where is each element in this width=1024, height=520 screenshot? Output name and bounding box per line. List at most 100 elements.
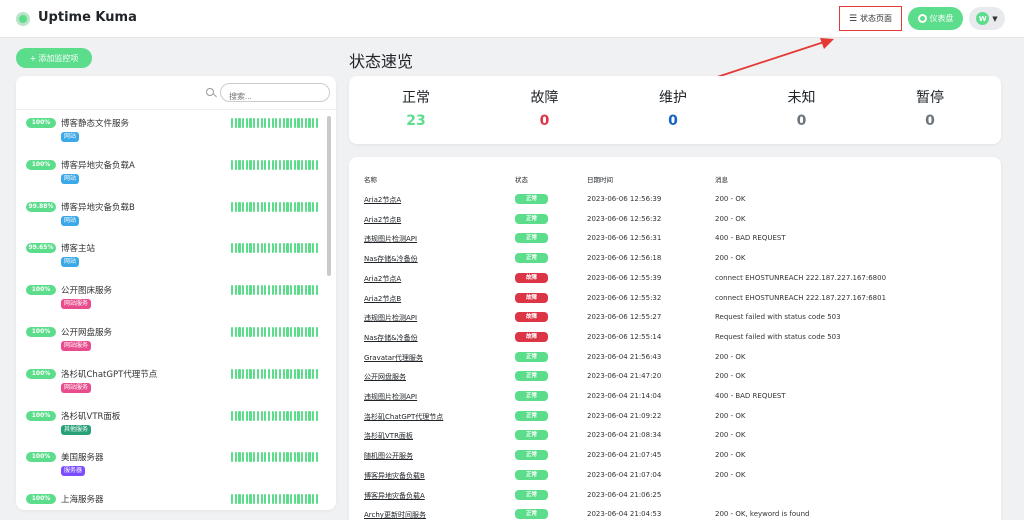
heartbeat-beat [301,243,304,254]
stat-value: 0 [668,113,678,129]
list-item[interactable]: 99.65% 博客主站 网站 [16,243,326,285]
list-item[interactable]: 100% 洛杉矶ChatGPT代理节点 网站服务 [16,368,326,411]
list-item[interactable]: 100% 博客静态文件服务 网站 [16,118,326,160]
table-row: 公开网盘服务 正常 2023-06-04 21:47:20 200 - OK [349,369,1001,389]
monitor-name: 博客异地灾备负载A [61,160,135,171]
heartbeat-beat [242,327,245,337]
uptime-badge: 100% [26,410,56,421]
monitor-name: 洛杉矶VTR面板 [61,411,121,422]
monitor-link[interactable]: 洛杉矶ChatGPT代理节点 [364,412,443,422]
heartbeat-beat [231,201,234,212]
event-datetime: 2023-06-06 12:56:32 [587,214,662,223]
heartbeat-beat [271,494,274,505]
heartbeat-beat [308,410,311,421]
list-item[interactable]: 100% 洛杉矶VTR面板 其他服务 [16,410,326,453]
dashboard-label: 仪表盘 [929,14,954,23]
heartbeat-beat [238,243,241,254]
heartbeat-bar [231,285,318,296]
monitor-link[interactable]: 洛杉矶VTR面板 [364,431,413,441]
heartbeat-beat [278,285,282,296]
monitor-tag: 服务器 [61,466,86,477]
heartbeat-beat [301,201,304,212]
heartbeat-beat [238,118,241,128]
heartbeat-beat [293,410,296,421]
event-message: 200 - OK [715,254,746,263]
table-row: 博客异地灾备负载B 正常 2023-06-04 21:07:04 200 - O… [349,468,1001,488]
heartbeat-beat [231,494,234,505]
logo-icon[interactable] [16,12,30,26]
uptime-badge: 100% [26,118,56,128]
heartbeat-beat [275,327,278,337]
heartbeat-beat [286,452,289,463]
heartbeat-beat [275,452,278,463]
heartbeat-beat [264,452,267,463]
heartbeat-beat [315,159,318,170]
list-item[interactable]: 100% 博客异地灾备负载A 网站 [16,159,326,202]
app-title[interactable]: Uptime Kuma [38,10,137,25]
heartbeat-beat [267,159,271,170]
heartbeat-beat [301,118,304,128]
heartbeat-beat [290,410,293,421]
list-item[interactable]: 100% 公开图床服务 网站服务 [16,285,326,327]
list-item[interactable]: 100% 美国服务器 服务器 [16,452,326,494]
status-overview-card: 正常 23 故障 0 维护 0 未知 0 暂停 0 [349,76,1001,144]
plus-icon: + [29,53,37,63]
heartbeat-beat [282,452,285,463]
list-item[interactable]: 100% 上海服务器 [16,494,326,510]
monitor-link[interactable]: Archy更新时间服务 [364,510,426,520]
event-message: 200 - OK [715,470,746,479]
heartbeat-beat [304,410,307,421]
table-row: 博客异地灾备负载A 正常 2023-06-04 21:06:25 [349,488,1001,508]
monitor-link[interactable]: Aria2节点A [364,195,401,205]
add-monitor-button[interactable]: + 添加监控项 [16,48,92,68]
monitor-link[interactable]: Aria2节点B [364,294,401,304]
uptime-badge: 99.65% [26,243,56,254]
scrollbar[interactable] [327,116,331,276]
monitor-link[interactable]: 违规图片检测API [364,234,417,244]
stat-item: 正常 23 [351,87,481,129]
heartbeat-beat [231,327,234,337]
monitor-link[interactable]: 公开网盘服务 [364,372,406,382]
monitor-link[interactable]: 违规图片检测API [364,392,417,402]
user-menu-button[interactable]: W ▼ [969,7,1005,30]
dashboard-button[interactable]: 仪表盘 [908,7,963,30]
list-item[interactable]: 99.88% 博客异地灾备负载B 网站 [16,201,326,244]
heartbeat-beat [315,118,318,128]
heartbeat-beat [275,368,278,379]
list-item[interactable]: 100% 公开网盘服务 网站服务 [16,327,326,369]
event-datetime: 2023-06-04 21:08:34 [587,431,662,440]
heartbeat-beat [256,410,259,421]
heartbeat-beat [253,327,256,337]
stat-value: 23 [406,113,426,129]
monitor-link[interactable]: 随机图公开服务 [364,451,413,461]
stat-item: 维护 0 [608,87,738,129]
heartbeat-beat [312,285,315,296]
heartbeat-beat [242,494,245,505]
heartbeat-beat [260,159,263,170]
heartbeat-beat [249,118,252,128]
monitor-link[interactable]: Gravatar代理服务 [364,353,423,363]
monitor-link[interactable]: 违规图片检测API [364,313,417,323]
monitor-link[interactable]: 博客异地灾备负载B [364,471,425,481]
heartbeat-beat [275,243,278,254]
heartbeat-beat [249,494,252,505]
monitor-link[interactable]: Nas存储&冷备份 [364,254,418,264]
status-badge: 正常 [515,489,548,500]
stat-label: 正常 [402,90,430,106]
monitor-link[interactable]: 博客异地灾备负载A [364,491,425,501]
heartbeat-beat [312,243,315,254]
heartbeat-beat [256,159,259,170]
monitor-link[interactable]: Nas存储&冷备份 [364,333,418,343]
uptime-badge: 100% [26,327,56,337]
search-icon [206,88,214,96]
event-message: 200 - OK [715,372,746,381]
status-page-button[interactable]: ☰ 状态页面 [839,6,902,31]
monitor-link[interactable]: Aria2节点B [364,215,401,225]
search-input[interactable] [221,88,329,105]
monitor-name: 洛杉矶ChatGPT代理节点 [61,369,158,380]
heartbeat-beat [267,494,271,505]
heartbeat-beat [301,494,304,505]
heartbeat-beat [301,368,304,379]
heartbeat-beat [312,452,315,463]
monitor-link[interactable]: Aria2节点A [364,274,401,284]
